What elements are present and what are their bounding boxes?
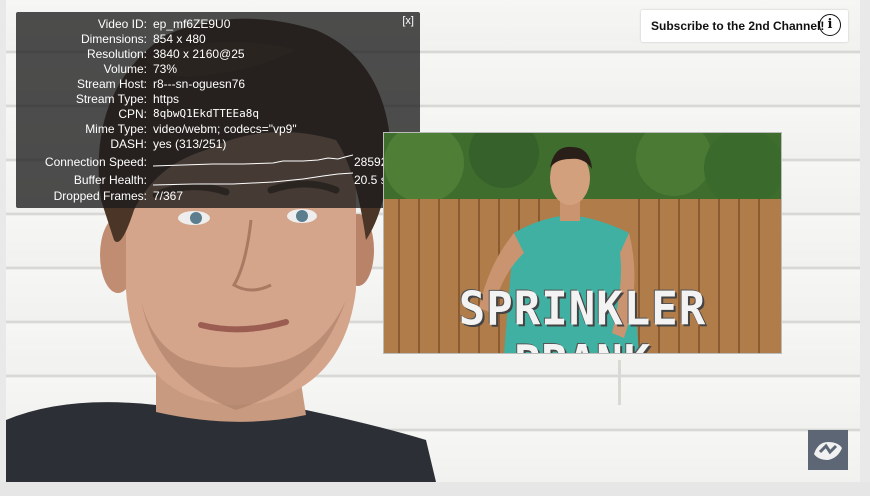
stats-value: 8qbwQ1EkdTTEEa8q: [153, 107, 259, 120]
stats-value: yes (313/251): [153, 137, 227, 151]
subscribe-card-button[interactable]: Subscribe to the 2nd Channel! i: [641, 10, 848, 42]
subscribe-card-label: Subscribe to the 2nd Channel!: [651, 19, 825, 33]
connection-speed-graph: [153, 154, 353, 167]
stats-label: Volume:: [103, 62, 147, 76]
channel-logo-mark: [814, 442, 842, 460]
stats-for-nerds-panel: [x] Video ID: ep_mf6ZE9U0 Dimensions: 85…: [16, 12, 420, 208]
stats-label: Mime Type:: [85, 122, 147, 136]
stats-value: ep_mf6ZE9U0: [153, 17, 231, 31]
page-bottom-strip: [0, 482, 870, 496]
buffer-health-value: 20.5 s: [354, 173, 387, 187]
stats-row-dropped-frames: Dropped Frames: 7/367: [16, 188, 420, 204]
stats-label: Dimensions:: [80, 32, 147, 46]
stats-label: Stream Host:: [76, 77, 147, 91]
stats-row-stream-type: Stream Type: https: [16, 91, 420, 107]
stats-label: Video ID:: [97, 17, 147, 31]
stats-row-mime-type: Mime Type: video/webm; codecs="vp9": [16, 121, 420, 137]
stats-label: Dropped Frames:: [53, 189, 147, 203]
stats-row-buffer-health: Buffer Health: 20.5 s: [16, 172, 420, 188]
endcard-video-title: SPRINKLER PRANK: [458, 282, 707, 353]
stats-row-dimensions: Dimensions: 854 x 480: [16, 31, 420, 47]
buffer-health-graph: [153, 172, 353, 186]
stats-value: 73%: [153, 62, 178, 76]
stats-value: video/webm; codecs="vp9": [153, 122, 297, 136]
stats-row-cpn: CPN: 8qbwQ1EkdTTEEa8q: [16, 106, 420, 122]
stats-label: DASH:: [110, 137, 147, 151]
stats-value: 7/367: [153, 189, 184, 203]
stats-row-volume: Volume: 73%: [16, 61, 420, 77]
stats-label: CPN:: [118, 107, 147, 121]
stats-value: r8---sn-oguesn76: [153, 77, 246, 91]
stats-label: Connection Speed:: [44, 155, 147, 169]
stats-value: https: [153, 92, 180, 106]
endcard-video-thumbnail[interactable]: SPRINKLER PRANK: [383, 132, 782, 354]
video-player[interactable]: [x] Video ID: ep_mf6ZE9U0 Dimensions: 85…: [6, 0, 860, 482]
stats-label: Resolution:: [86, 47, 147, 61]
stats-label: Stream Type:: [75, 92, 147, 106]
stats-label: Buffer Health:: [73, 173, 147, 187]
stats-row-connection-speed: Connection Speed: 28592 Kbps: [16, 154, 420, 170]
info-icon[interactable]: i: [819, 14, 841, 36]
stats-value: 854 x 480: [153, 32, 206, 46]
stats-value: 3840 x 2160@25: [153, 47, 245, 61]
channel-logo-icon[interactable]: [808, 430, 848, 470]
stats-row-resolution: Resolution: 3840 x 2160@25: [16, 46, 420, 62]
stats-row-video-id: Video ID: ep_mf6ZE9U0: [16, 16, 420, 32]
stats-row-dash: DASH: yes (313/251): [16, 136, 420, 152]
stats-row-stream-host: Stream Host: r8---sn-oguesn76: [16, 76, 420, 92]
siding-seam: [618, 360, 621, 405]
